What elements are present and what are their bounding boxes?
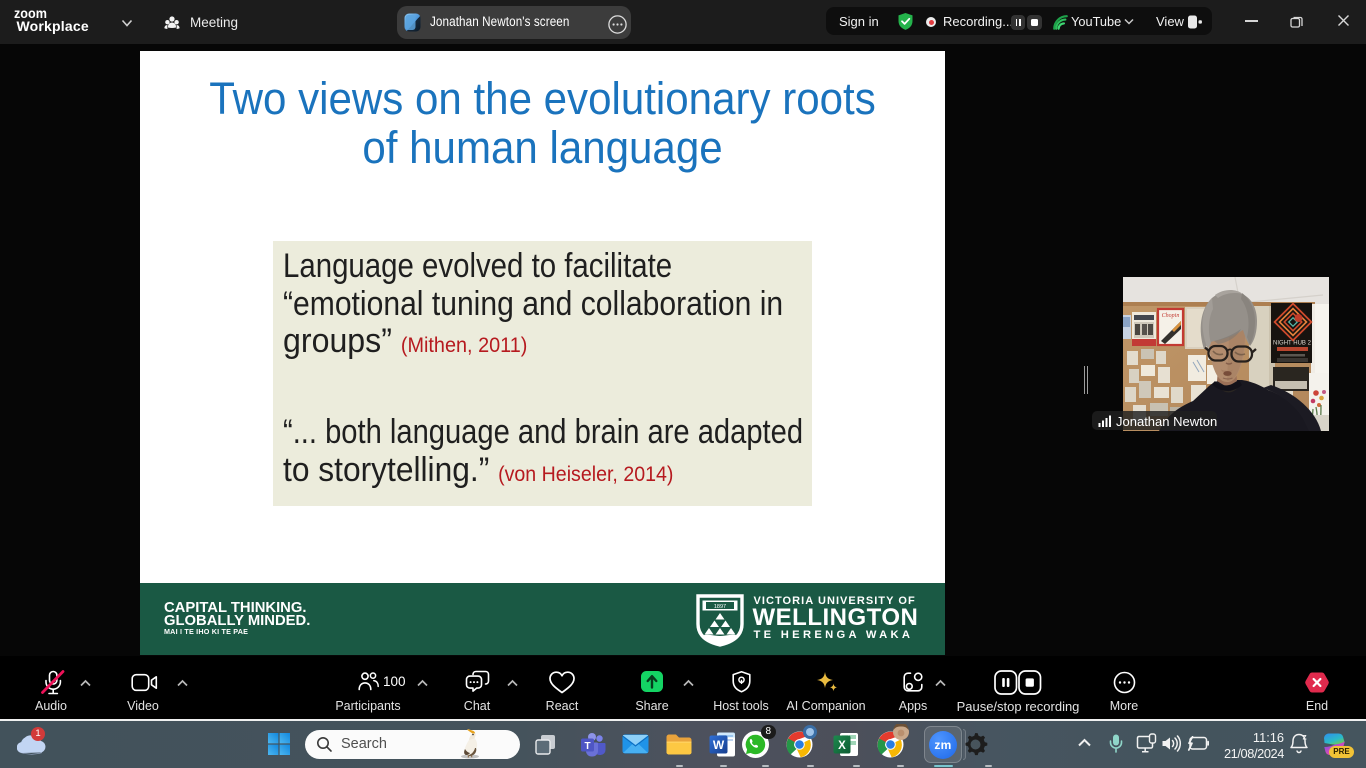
svg-text:W: W [713,738,725,752]
svg-text:Chopin: Chopin [1162,313,1180,319]
svg-text:z: z [1303,732,1307,742]
svg-text:T: T [584,741,590,752]
svg-text:NIGHT HUB 2: NIGHT HUB 2 [1273,341,1312,347]
svg-text:X: X [838,740,846,752]
svg-text:1897: 1897 [714,604,726,610]
